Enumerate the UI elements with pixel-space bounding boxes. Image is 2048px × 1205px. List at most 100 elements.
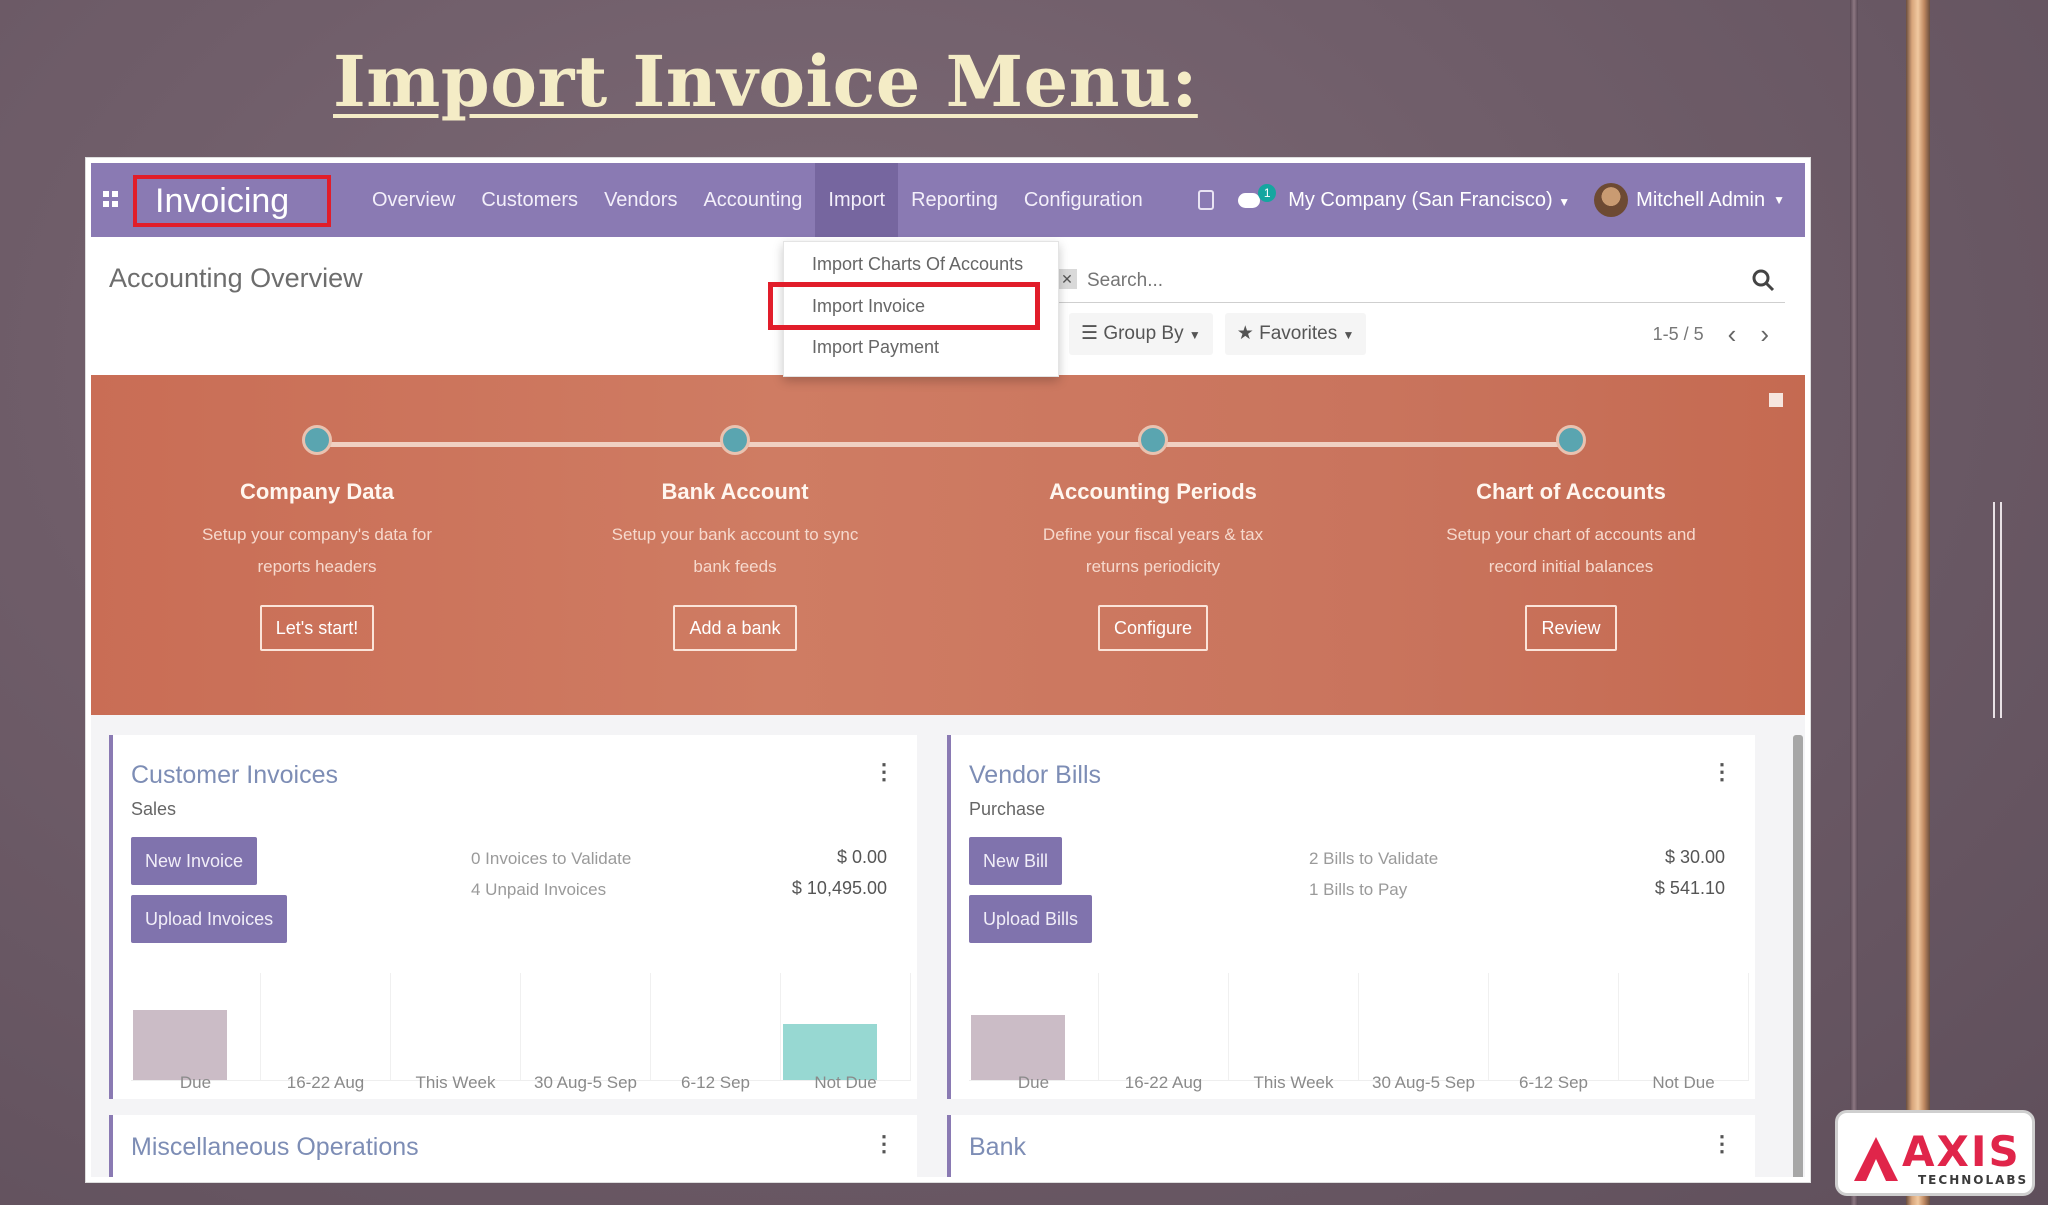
slide-title: Import Invoice Menu:	[333, 40, 1198, 123]
chart-column: Not Due	[1619, 973, 1749, 1092]
stat-label[interactable]: 2 Bills to Validate	[1309, 849, 1438, 869]
step-dot	[1138, 425, 1168, 455]
stat-value: $ 541.10	[1654, 878, 1725, 898]
search-icon[interactable]	[1751, 268, 1775, 292]
chart-tick-label: 30 Aug-5 Sep	[533, 1073, 638, 1092]
avatar	[1594, 183, 1629, 217]
import-dropdown: Import Charts Of Accounts Import Invoice…	[768, 241, 1059, 377]
kebab-menu-icon[interactable]: ⋮	[873, 759, 895, 785]
chat-icon[interactable]: 1	[1238, 184, 1277, 210]
pager-previous-icon[interactable]: ‹	[1728, 321, 1737, 347]
chart-tick-label: 16-22 Aug	[286, 1073, 365, 1092]
card-subtitle: Sales	[131, 799, 177, 819]
chart-column: Not Due	[781, 973, 911, 1092]
chart-bar[interactable]	[783, 1024, 877, 1080]
chart-column: 16-22 Aug	[261, 973, 391, 1092]
kebab-menu-icon[interactable]: ⋮	[1711, 759, 1733, 785]
chart-tick-label: Due	[179, 1073, 212, 1092]
step-dot	[302, 425, 332, 455]
menu-customers[interactable]: Customers	[468, 163, 591, 237]
upload-invoices-button[interactable]: Upload Invoices	[131, 895, 288, 943]
menu-accounting[interactable]: Accounting	[690, 163, 815, 237]
menu-import[interactable]: Import	[815, 163, 899, 237]
menu-vendors[interactable]: Vendors	[591, 163, 690, 237]
customer-invoices-card: Customer Invoices Sales ⋮ New Invoice Up…	[109, 735, 917, 1099]
apps-menu-icon[interactable]	[103, 191, 119, 207]
chart-bar[interactable]	[133, 1010, 227, 1080]
user-name: Mitchell Admin	[1636, 188, 1766, 211]
chart-bar[interactable]	[971, 1015, 1065, 1080]
stat-value: $ 30.00	[1664, 847, 1725, 867]
menu-configuration[interactable]: Configuration	[1011, 163, 1156, 237]
add-bank-button[interactable]: Add a bank	[673, 605, 797, 651]
decorative-stripe-thin	[1850, 0, 1858, 1205]
onboarding-step-company: Company Data Setup your company's data f…	[167, 425, 467, 651]
search-input[interactable]	[1087, 265, 1707, 297]
new-bill-button[interactable]: New Bill	[969, 837, 1063, 885]
menu-reporting[interactable]: Reporting	[898, 163, 1011, 237]
chart-column: This Week	[1229, 973, 1359, 1092]
dropdown-item-import-charts[interactable]: Import Charts Of Accounts	[812, 254, 1023, 275]
chart-tick-label: This Week	[415, 1073, 496, 1092]
app-screenshot: Invoicing Overview Customers Vendors Acc…	[86, 158, 1810, 1182]
lets-start-button[interactable]: Let's start!	[259, 605, 375, 651]
customer-invoices-chart: Due 16-22 Aug This Week 30 Aug-5 Sep 6-12 Se…	[131, 973, 911, 1092]
pager-value[interactable]: 1-5 / 5	[1653, 324, 1704, 345]
page-title: Accounting Overview	[109, 263, 363, 293]
new-invoice-button[interactable]: New Invoice	[131, 837, 258, 885]
review-button[interactable]: Review	[1525, 605, 1617, 651]
axis-logo: AXIS TECHNOLABS	[1835, 1110, 2035, 1196]
onboarding-step-periods: Accounting Periods Define your fiscal ye…	[1003, 425, 1303, 651]
caret-down-icon: ▼	[1558, 194, 1571, 209]
onboarding-step-chart: Chart of Accounts Setup your chart of ac…	[1421, 425, 1721, 651]
group-by-label: Group By	[1103, 323, 1184, 344]
chart-tick-label: 6-12 Sep	[1519, 1073, 1588, 1092]
step-dot	[1556, 425, 1586, 455]
activity-icon[interactable]	[1198, 190, 1215, 210]
user-menu[interactable]: Mitchell Admin ▼	[1594, 183, 1785, 217]
dropdown-item-import-payment[interactable]: Import Payment	[812, 337, 939, 358]
chart-tick-label: 30 Aug-5 Sep	[1371, 1073, 1476, 1092]
favorites-label: Favorites	[1259, 323, 1338, 344]
decorative-line	[2000, 502, 2002, 718]
kebab-menu-icon[interactable]: ⋮	[873, 1131, 895, 1157]
card-title[interactable]: Bank	[969, 1133, 1026, 1162]
group-by-button[interactable]: ☰ Group By ▼	[1069, 313, 1213, 355]
card-subtitle: Purchase	[969, 799, 1046, 819]
menu-overview[interactable]: Overview	[359, 163, 468, 237]
chart-tick-label: 16-22 Aug	[1124, 1073, 1203, 1092]
logo-subtitle: TECHNOLABS	[1918, 1173, 2029, 1187]
bank-card: Bank ⋮	[947, 1115, 1755, 1177]
card-title[interactable]: Customer Invoices	[131, 761, 338, 790]
card-title[interactable]: Vendor Bills	[969, 761, 1101, 790]
stat-label[interactable]: 1 Bills to Pay	[1309, 880, 1407, 900]
step-description: Setup your chart of accounts and record i…	[1446, 525, 1696, 576]
step-title: Accounting Periods	[1049, 479, 1257, 504]
search-bar: ✕	[1053, 259, 1785, 303]
chart-tick-label: This Week	[1253, 1073, 1334, 1092]
card-title[interactable]: Miscellaneous Operations	[131, 1133, 419, 1162]
misc-operations-card: Miscellaneous Operations ⋮	[109, 1115, 917, 1177]
decorative-line	[1993, 502, 1995, 718]
company-switcher[interactable]: My Company (San Francisco) ▼	[1288, 189, 1570, 212]
chart-column: 30 Aug-5 Sep	[1359, 973, 1489, 1092]
app-brand[interactable]: Invoicing	[133, 175, 331, 227]
stat-label[interactable]: 4 Unpaid Invoices	[471, 880, 606, 900]
favorites-button[interactable]: ★ Favorites ▼	[1224, 313, 1367, 355]
chart-column: 6-12 Sep	[651, 973, 781, 1092]
remove-facet-icon[interactable]: ✕	[1057, 269, 1077, 289]
dashboard: Customer Invoices Sales ⋮ New Invoice Up…	[91, 715, 1805, 1177]
upload-bills-button[interactable]: Upload Bills	[969, 895, 1093, 943]
close-icon[interactable]	[1769, 393, 1783, 407]
step-title: Bank Account	[661, 479, 809, 504]
chart-column: 16-22 Aug	[1099, 973, 1229, 1092]
stat-label[interactable]: 0 Invoices to Validate	[471, 849, 631, 869]
chart-column: Due	[131, 973, 261, 1092]
configure-button[interactable]: Configure	[1097, 605, 1209, 651]
chart-tick-label: Due	[1017, 1073, 1050, 1092]
pager-next-icon[interactable]: ›	[1760, 321, 1769, 347]
kebab-menu-icon[interactable]: ⋮	[1711, 1131, 1733, 1157]
progress-line	[317, 442, 1569, 447]
scrollbar[interactable]	[1793, 735, 1803, 1177]
step-description: Define your fiscal years & tax returns pe…	[1042, 525, 1264, 576]
